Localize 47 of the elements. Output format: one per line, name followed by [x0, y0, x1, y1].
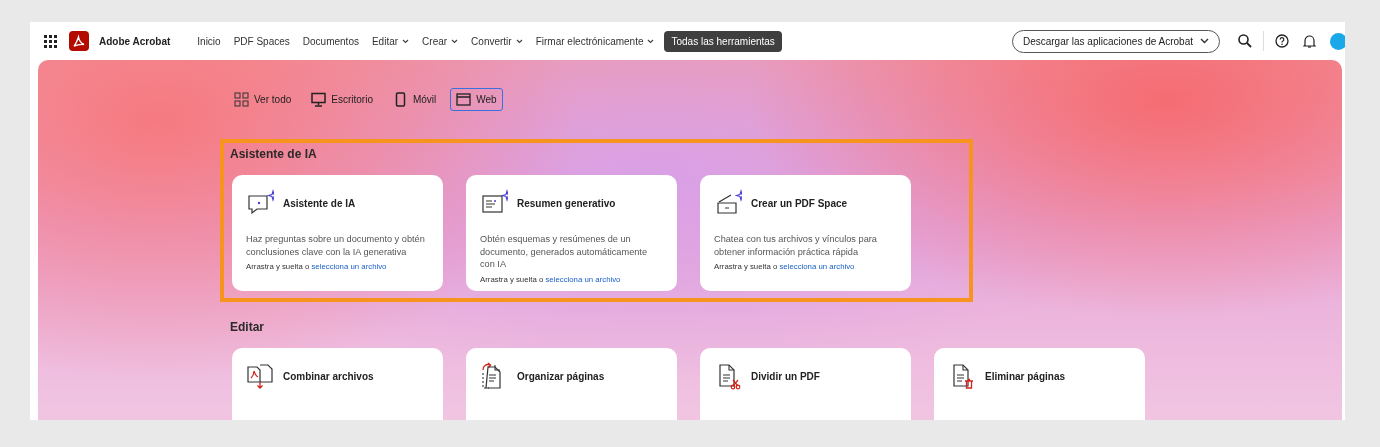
card-description: Haz preguntas sobre un documento y obtén conclusiones clave con la IA generativa: [246, 233, 426, 258]
app-name: Adobe Acrobat: [99, 35, 171, 47]
chat-sparkle-icon: [246, 189, 274, 217]
chevron-down-icon: [451, 38, 459, 44]
search-icon[interactable]: [1238, 34, 1252, 48]
card-title: Eliminar páginas: [985, 370, 1066, 382]
nav-menu-item[interactable]: Crear: [417, 31, 464, 51]
card-description: Chatea con tus archivos y vínculos para obtener información práctica rápida: [714, 233, 878, 258]
monitor-icon: [311, 92, 327, 107]
card-title: Crear un PDF Space: [751, 197, 848, 209]
chevron-down-icon: [515, 38, 523, 44]
app-logo-icon[interactable]: [69, 31, 89, 51]
all-tools-button[interactable]: Todas las herramientas: [664, 30, 782, 52]
nav-menu-item[interactable]: Documentos: [297, 31, 364, 51]
chevron-down-icon: [402, 38, 410, 44]
card-title: Asistente de IA: [283, 197, 356, 209]
nav-menu-item[interactable]: Inicio: [192, 31, 226, 51]
avatar-icon[interactable]: [1330, 32, 1345, 50]
tool-card[interactable]: Eliminar páginas: [934, 348, 1145, 420]
nav-menu-item[interactable]: PDF Spaces: [228, 31, 295, 51]
nav-menu-item[interactable]: Convertir: [466, 31, 528, 51]
combine-files-icon: [246, 362, 274, 390]
card-title: Combinar archivos: [283, 370, 374, 382]
card-title: Resumen generativo: [517, 197, 616, 209]
grid-icon: [234, 92, 249, 107]
app-grid-icon[interactable]: [44, 34, 57, 48]
section-heading: Asistente de IA: [230, 147, 318, 161]
card-title: Organizar páginas: [517, 370, 605, 382]
download-apps-button[interactable]: Descargar las aplicaciones de Acrobat: [1011, 29, 1220, 53]
section-heading: Editar: [230, 320, 265, 334]
view-filter-tab[interactable]: Web: [450, 88, 503, 111]
browser-window-icon: [456, 92, 472, 107]
card-description: Obtén esquemas y resúmenes de un documento, generados automáticamente con IA: [480, 233, 648, 271]
nav-menu-item[interactable]: Firmar electrónicamente: [530, 31, 660, 51]
chevron-down-icon: [1200, 38, 1209, 44]
tray-sparkle-icon: [714, 189, 742, 217]
chevron-down-icon: [647, 38, 655, 44]
view-filter-tab[interactable]: Ver todo: [228, 88, 298, 111]
nav-menu-item[interactable]: Editar: [366, 31, 415, 51]
view-filter-tab[interactable]: Escritorio: [305, 88, 379, 111]
notification-bell-icon[interactable]: [1303, 34, 1316, 48]
tool-card[interactable]: Organizar páginas: [466, 348, 677, 420]
card-title: Dividir un PDF: [751, 370, 820, 382]
tool-card[interactable]: Dividir un PDF: [700, 348, 911, 420]
tool-card[interactable]: Combinar archivos: [232, 348, 443, 420]
help-icon[interactable]: [1275, 34, 1289, 48]
view-filter-tab[interactable]: Móvil: [386, 88, 443, 111]
